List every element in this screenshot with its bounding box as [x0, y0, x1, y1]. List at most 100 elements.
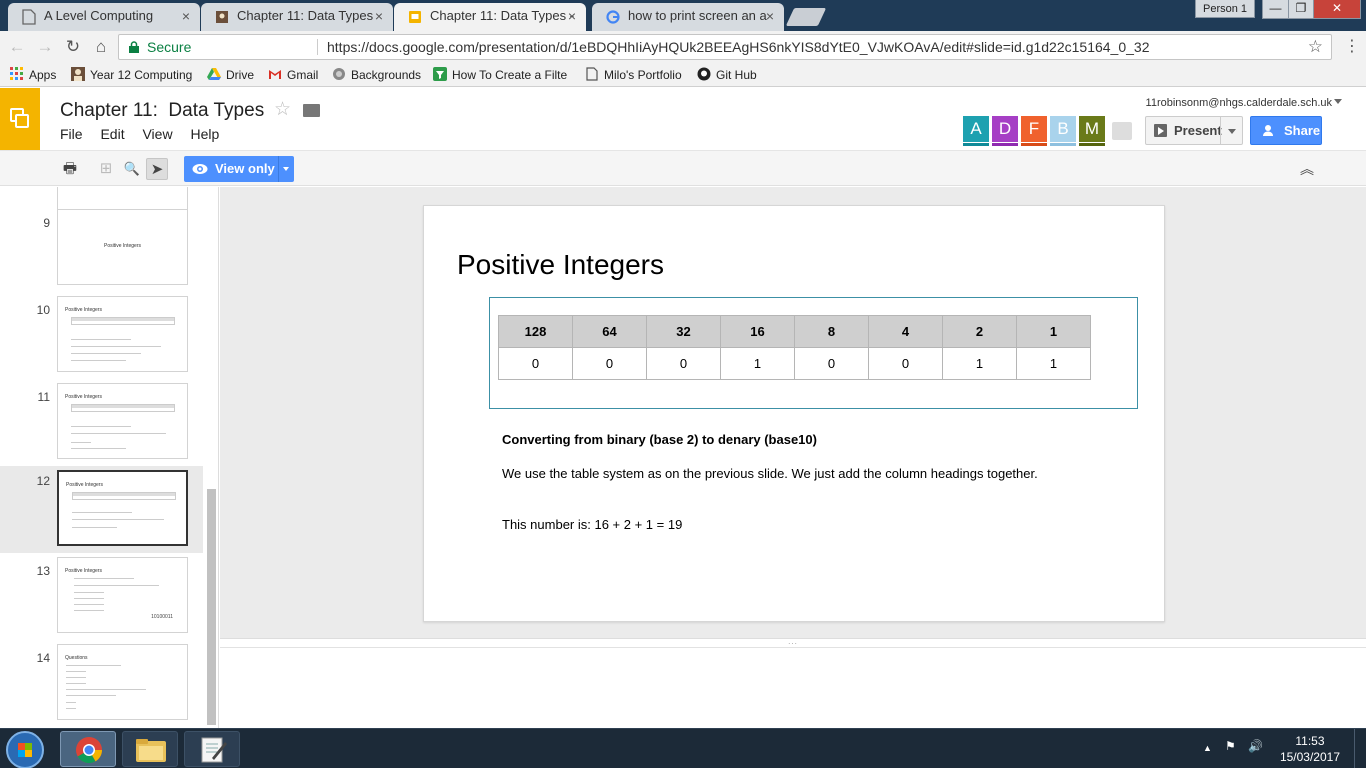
- slide-thumbnail[interactable]: Positive Integers: [57, 383, 188, 459]
- apps-grid-icon: [10, 67, 23, 80]
- collaborator-avatar[interactable]: D: [992, 116, 1018, 146]
- windows-taskbar: ▲ ⚑ 🔊 11:53 15/03/2017: [0, 728, 1366, 768]
- slide-number: 9: [43, 216, 50, 230]
- table-frame: 128 64 32 16 8 4 2 1 0 0 0 1 0 0 1 1: [489, 297, 1138, 409]
- view-only-button[interactable]: View only: [184, 156, 294, 182]
- collaborator-avatar[interactable]: B: [1050, 116, 1076, 146]
- filmstrip-item[interactable]: [0, 187, 203, 253]
- system-clock[interactable]: 11:53 15/03/2017: [1280, 733, 1340, 765]
- bookmarks-bar: Apps Year 12 Computing Drive Gmail Backg…: [0, 63, 1366, 87]
- taskbar-chrome[interactable]: [60, 731, 116, 767]
- new-tab-button[interactable]: [785, 8, 827, 26]
- reload-button[interactable]: ↻: [62, 36, 84, 58]
- new-slide-icon[interactable]: ⊞: [95, 158, 117, 180]
- filmstrip-scrollbar[interactable]: [207, 489, 216, 725]
- menu-view[interactable]: View: [142, 126, 172, 142]
- back-button[interactable]: ←: [6, 36, 28, 58]
- thumbnail-line: [74, 610, 104, 611]
- forward-button[interactable]: →: [34, 36, 56, 58]
- slide-paragraph: We use the table system as on the previo…: [502, 466, 1038, 481]
- star-icon[interactable]: ☆: [274, 98, 291, 121]
- tab-chapter-11-active[interactable]: Chapter 11: Data Types - ×: [394, 3, 586, 32]
- minimize-button[interactable]: —: [1262, 0, 1289, 19]
- thumbnail-line: [72, 519, 164, 520]
- tray-expand-icon[interactable]: ▲: [1203, 743, 1212, 753]
- present-button[interactable]: Present: [1145, 116, 1243, 145]
- close-window-button[interactable]: ✕: [1313, 0, 1361, 19]
- share-button[interactable]: Share: [1250, 116, 1322, 145]
- address-bar[interactable]: Secure https://docs.google.com/presentat…: [118, 34, 1332, 60]
- bookmark-drive[interactable]: Drive: [207, 67, 254, 83]
- taskbar-explorer[interactable]: [122, 731, 178, 767]
- menu-file[interactable]: File: [60, 126, 83, 142]
- chevron-down-icon[interactable]: [1228, 129, 1236, 134]
- slide-thumbnail[interactable]: Positive Integers: [57, 470, 188, 546]
- tab-chapter-11-a[interactable]: Chapter 11: Data Types ×: [201, 3, 393, 31]
- print-icon[interactable]: 🖶: [59, 158, 81, 180]
- avatar-icon: [71, 67, 85, 81]
- notes-resize-handle[interactable]: ...: [220, 638, 1366, 648]
- account-email[interactable]: 11robinsonm@nhgs.calderdale.sch.uk: [1146, 97, 1332, 109]
- action-center-flag-icon[interactable]: ⚑: [1225, 739, 1236, 753]
- thumbnail-line: [71, 346, 161, 347]
- folder-icon[interactable]: [303, 104, 320, 117]
- filmstrip-item-selected[interactable]: 12 Positive Integers: [0, 466, 203, 553]
- menu-edit[interactable]: Edit: [100, 126, 124, 142]
- collapse-header-icon[interactable]: ︽: [1300, 159, 1314, 179]
- bookmark-github[interactable]: Git Hub: [697, 67, 757, 83]
- divider: [278, 156, 279, 182]
- document-title[interactable]: Chapter 11: Data Types: [60, 100, 264, 122]
- tab-a-level-computing[interactable]: A Level Computing ×: [8, 3, 200, 31]
- thumbnail-line: [71, 442, 91, 443]
- speaker-notes[interactable]: [220, 648, 1366, 728]
- volume-icon[interactable]: 🔊: [1248, 739, 1263, 753]
- bookmark-star-icon[interactable]: ☆: [1308, 35, 1323, 59]
- comments-icon[interactable]: [1112, 122, 1132, 140]
- collaborator-avatar[interactable]: A: [963, 116, 989, 146]
- tab-close-icon[interactable]: ×: [568, 3, 576, 29]
- bookmark-backgrounds[interactable]: Backgrounds: [332, 67, 421, 83]
- chevron-down-icon[interactable]: [283, 167, 289, 171]
- bookmark-year-12-computing[interactable]: Year 12 Computing: [71, 67, 192, 83]
- tab-google-search[interactable]: how to print screen an a ×: [592, 3, 784, 31]
- select-cursor-icon[interactable]: ➤: [146, 158, 168, 180]
- bookmark-gmail[interactable]: Gmail: [268, 67, 318, 83]
- slide-thumbnail[interactable]: Positive Integers: [57, 296, 188, 372]
- bookmark-filter[interactable]: How To Create a Filte: [433, 67, 567, 83]
- url-text[interactable]: https://docs.google.com/presentation/d/1…: [327, 35, 1150, 59]
- table-header-cell: 4: [868, 315, 943, 348]
- collaborator-avatar[interactable]: M: [1079, 116, 1105, 146]
- filmstrip-item[interactable]: 11 Positive Integers: [0, 382, 203, 469]
- chrome-menu-icon[interactable]: ⋮: [1344, 36, 1360, 56]
- menu-help[interactable]: Help: [190, 126, 219, 142]
- zoom-icon[interactable]: 🔍: [121, 158, 143, 180]
- chevron-down-icon[interactable]: [1334, 99, 1342, 104]
- bookmark-apps[interactable]: Apps: [10, 67, 56, 83]
- start-button[interactable]: [6, 731, 44, 768]
- filmstrip-item[interactable]: 13 Positive Integers 10100011: [0, 556, 203, 643]
- table-header-cell: 64: [572, 315, 647, 348]
- taskbar-notepad[interactable]: [184, 731, 240, 767]
- play-icon: [1154, 124, 1167, 137]
- slide-thumbnail[interactable]: Questions: [57, 644, 188, 720]
- profile-button[interactable]: Person 1: [1195, 0, 1255, 18]
- bookmark-milos-portfolio[interactable]: Milo's Portfolio: [585, 67, 682, 83]
- tab-title: Chapter 11: Data Types: [237, 8, 374, 23]
- home-button[interactable]: ⌂: [90, 36, 112, 58]
- tab-close-icon[interactable]: ×: [182, 3, 190, 29]
- maximize-button[interactable]: ❐: [1288, 0, 1314, 19]
- show-desktop-button[interactable]: [1354, 729, 1366, 768]
- slides-logo-icon[interactable]: [0, 88, 40, 150]
- collaborator-avatar[interactable]: F: [1021, 116, 1047, 146]
- current-slide[interactable]: Positive Integers 128 64 32 16 8 4 2 1 0…: [423, 205, 1165, 622]
- slide-thumbnail[interactable]: Positive Integers: [57, 209, 188, 285]
- filmstrip-item[interactable]: 10 Positive Integers: [0, 295, 203, 382]
- tab-close-icon[interactable]: ×: [766, 3, 774, 29]
- filmstrip-item[interactable]: 14 Questions: [0, 643, 203, 728]
- slide-thumbnail[interactable]: Positive Integers 10100011: [57, 557, 188, 633]
- avatar-underline: [963, 143, 989, 146]
- tab-close-icon[interactable]: ×: [375, 3, 383, 29]
- bookmark-label: How To Create a Filte: [452, 68, 568, 82]
- filmstrip-item[interactable]: 9 Positive Integers: [0, 208, 203, 295]
- bookmark-label: Year 12 Computing: [90, 68, 193, 82]
